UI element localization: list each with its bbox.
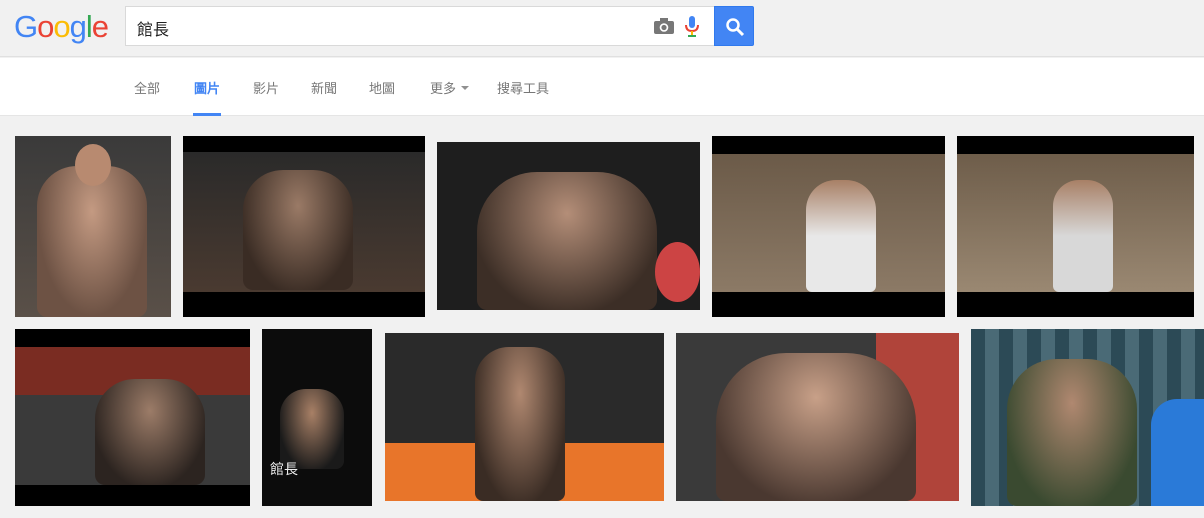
search-tabs: 全部 圖片 影片 新聞 地圖 更多 搜尋工具 [0,58,1204,116]
tab-all[interactable]: 全部 [134,78,160,116]
image-result[interactable] [437,142,700,310]
poster-caption: 館長 [270,462,298,478]
logo-letter: g [69,9,87,44]
search-box[interactable]: 館長 [125,6,715,46]
image-result[interactable] [385,333,664,501]
chevron-down-icon [461,86,470,90]
search-button[interactable] [714,6,754,46]
tab-images[interactable]: 圖片 [193,78,222,116]
image-content [243,170,353,290]
image-content [475,347,565,501]
image-content [1007,359,1137,506]
search-input[interactable]: 館長 [137,16,169,40]
image-content [75,144,111,186]
image-content [716,353,916,501]
google-logo[interactable]: Google [14,9,109,45]
mic-icon[interactable] [685,16,699,38]
image-result[interactable] [15,329,250,506]
image-content [806,180,876,292]
image-content [655,242,700,302]
search-icon [726,18,745,37]
camera-icon[interactable] [654,18,674,34]
image-results-grid: 館長 [0,117,1204,518]
logo-letter: e [91,9,109,44]
image-content [37,166,147,317]
logo-letter: o [53,9,70,44]
image-content [1151,399,1204,506]
top-bar: Google 館長 [0,0,1204,57]
image-content [280,389,344,469]
image-result[interactable] [971,329,1204,506]
image-result[interactable] [15,136,171,317]
image-content [95,379,205,485]
image-result[interactable] [712,136,945,317]
image-result[interactable] [183,136,425,317]
image-content [1053,180,1113,292]
tab-videos[interactable]: 影片 [253,78,279,116]
logo-letter: G [14,9,38,44]
image-result[interactable] [957,136,1194,317]
image-content [477,172,657,310]
logo-letter: o [37,9,54,44]
tab-search-tools[interactable]: 搜尋工具 [497,78,549,116]
tab-news[interactable]: 新聞 [311,78,337,116]
tab-maps[interactable]: 地圖 [369,78,395,116]
image-result[interactable]: 館長 [262,329,372,506]
image-result[interactable] [676,333,959,501]
tab-more[interactable]: 更多 [430,78,470,116]
